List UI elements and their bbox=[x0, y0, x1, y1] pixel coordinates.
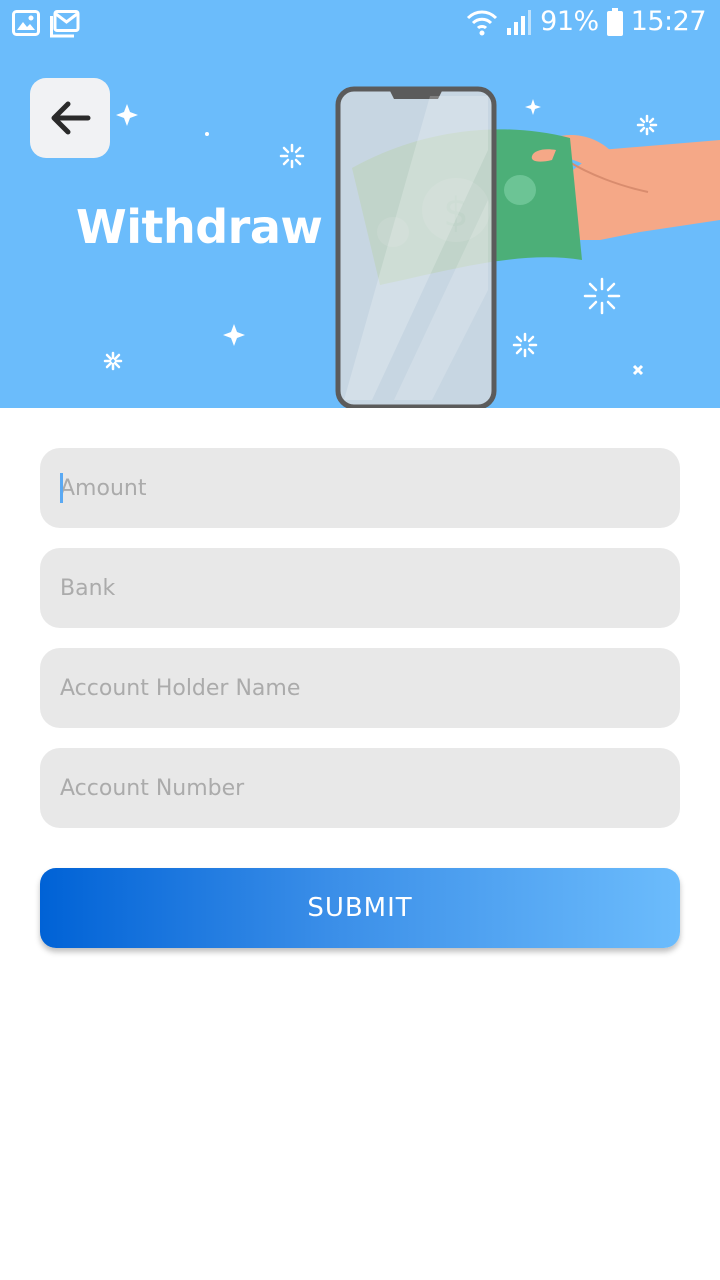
header-banner: $ bbox=[0, 0, 720, 408]
status-left bbox=[12, 10, 80, 38]
submit-button[interactable]: SUBMIT bbox=[40, 868, 680, 948]
amount-input[interactable] bbox=[40, 448, 680, 528]
withdraw-form bbox=[40, 448, 680, 848]
clock: 15:27 bbox=[630, 6, 707, 37]
back-button[interactable] bbox=[30, 78, 110, 158]
arrow-left-icon bbox=[51, 101, 91, 135]
account-number-field[interactable] bbox=[40, 748, 680, 828]
phone-illustration bbox=[335, 86, 497, 408]
text-cursor bbox=[60, 473, 63, 503]
amount-field[interactable] bbox=[40, 448, 680, 528]
signal-icon bbox=[507, 9, 532, 35]
status-bar: 91% 15:27 bbox=[0, 0, 720, 48]
gallery-icon bbox=[12, 10, 40, 36]
account-number-input[interactable] bbox=[40, 748, 680, 828]
page-title: Withdraw bbox=[76, 200, 323, 254]
battery-percent: 91% bbox=[540, 6, 599, 37]
bank-input[interactable] bbox=[40, 548, 680, 628]
battery-icon bbox=[606, 7, 623, 36]
account-holder-field[interactable] bbox=[40, 648, 680, 728]
wifi-icon bbox=[467, 10, 498, 35]
bank-field[interactable] bbox=[40, 548, 680, 628]
account-holder-input[interactable] bbox=[40, 648, 680, 728]
mail-icon bbox=[50, 10, 80, 38]
status-right: 91% 15:27 bbox=[466, 6, 707, 37]
